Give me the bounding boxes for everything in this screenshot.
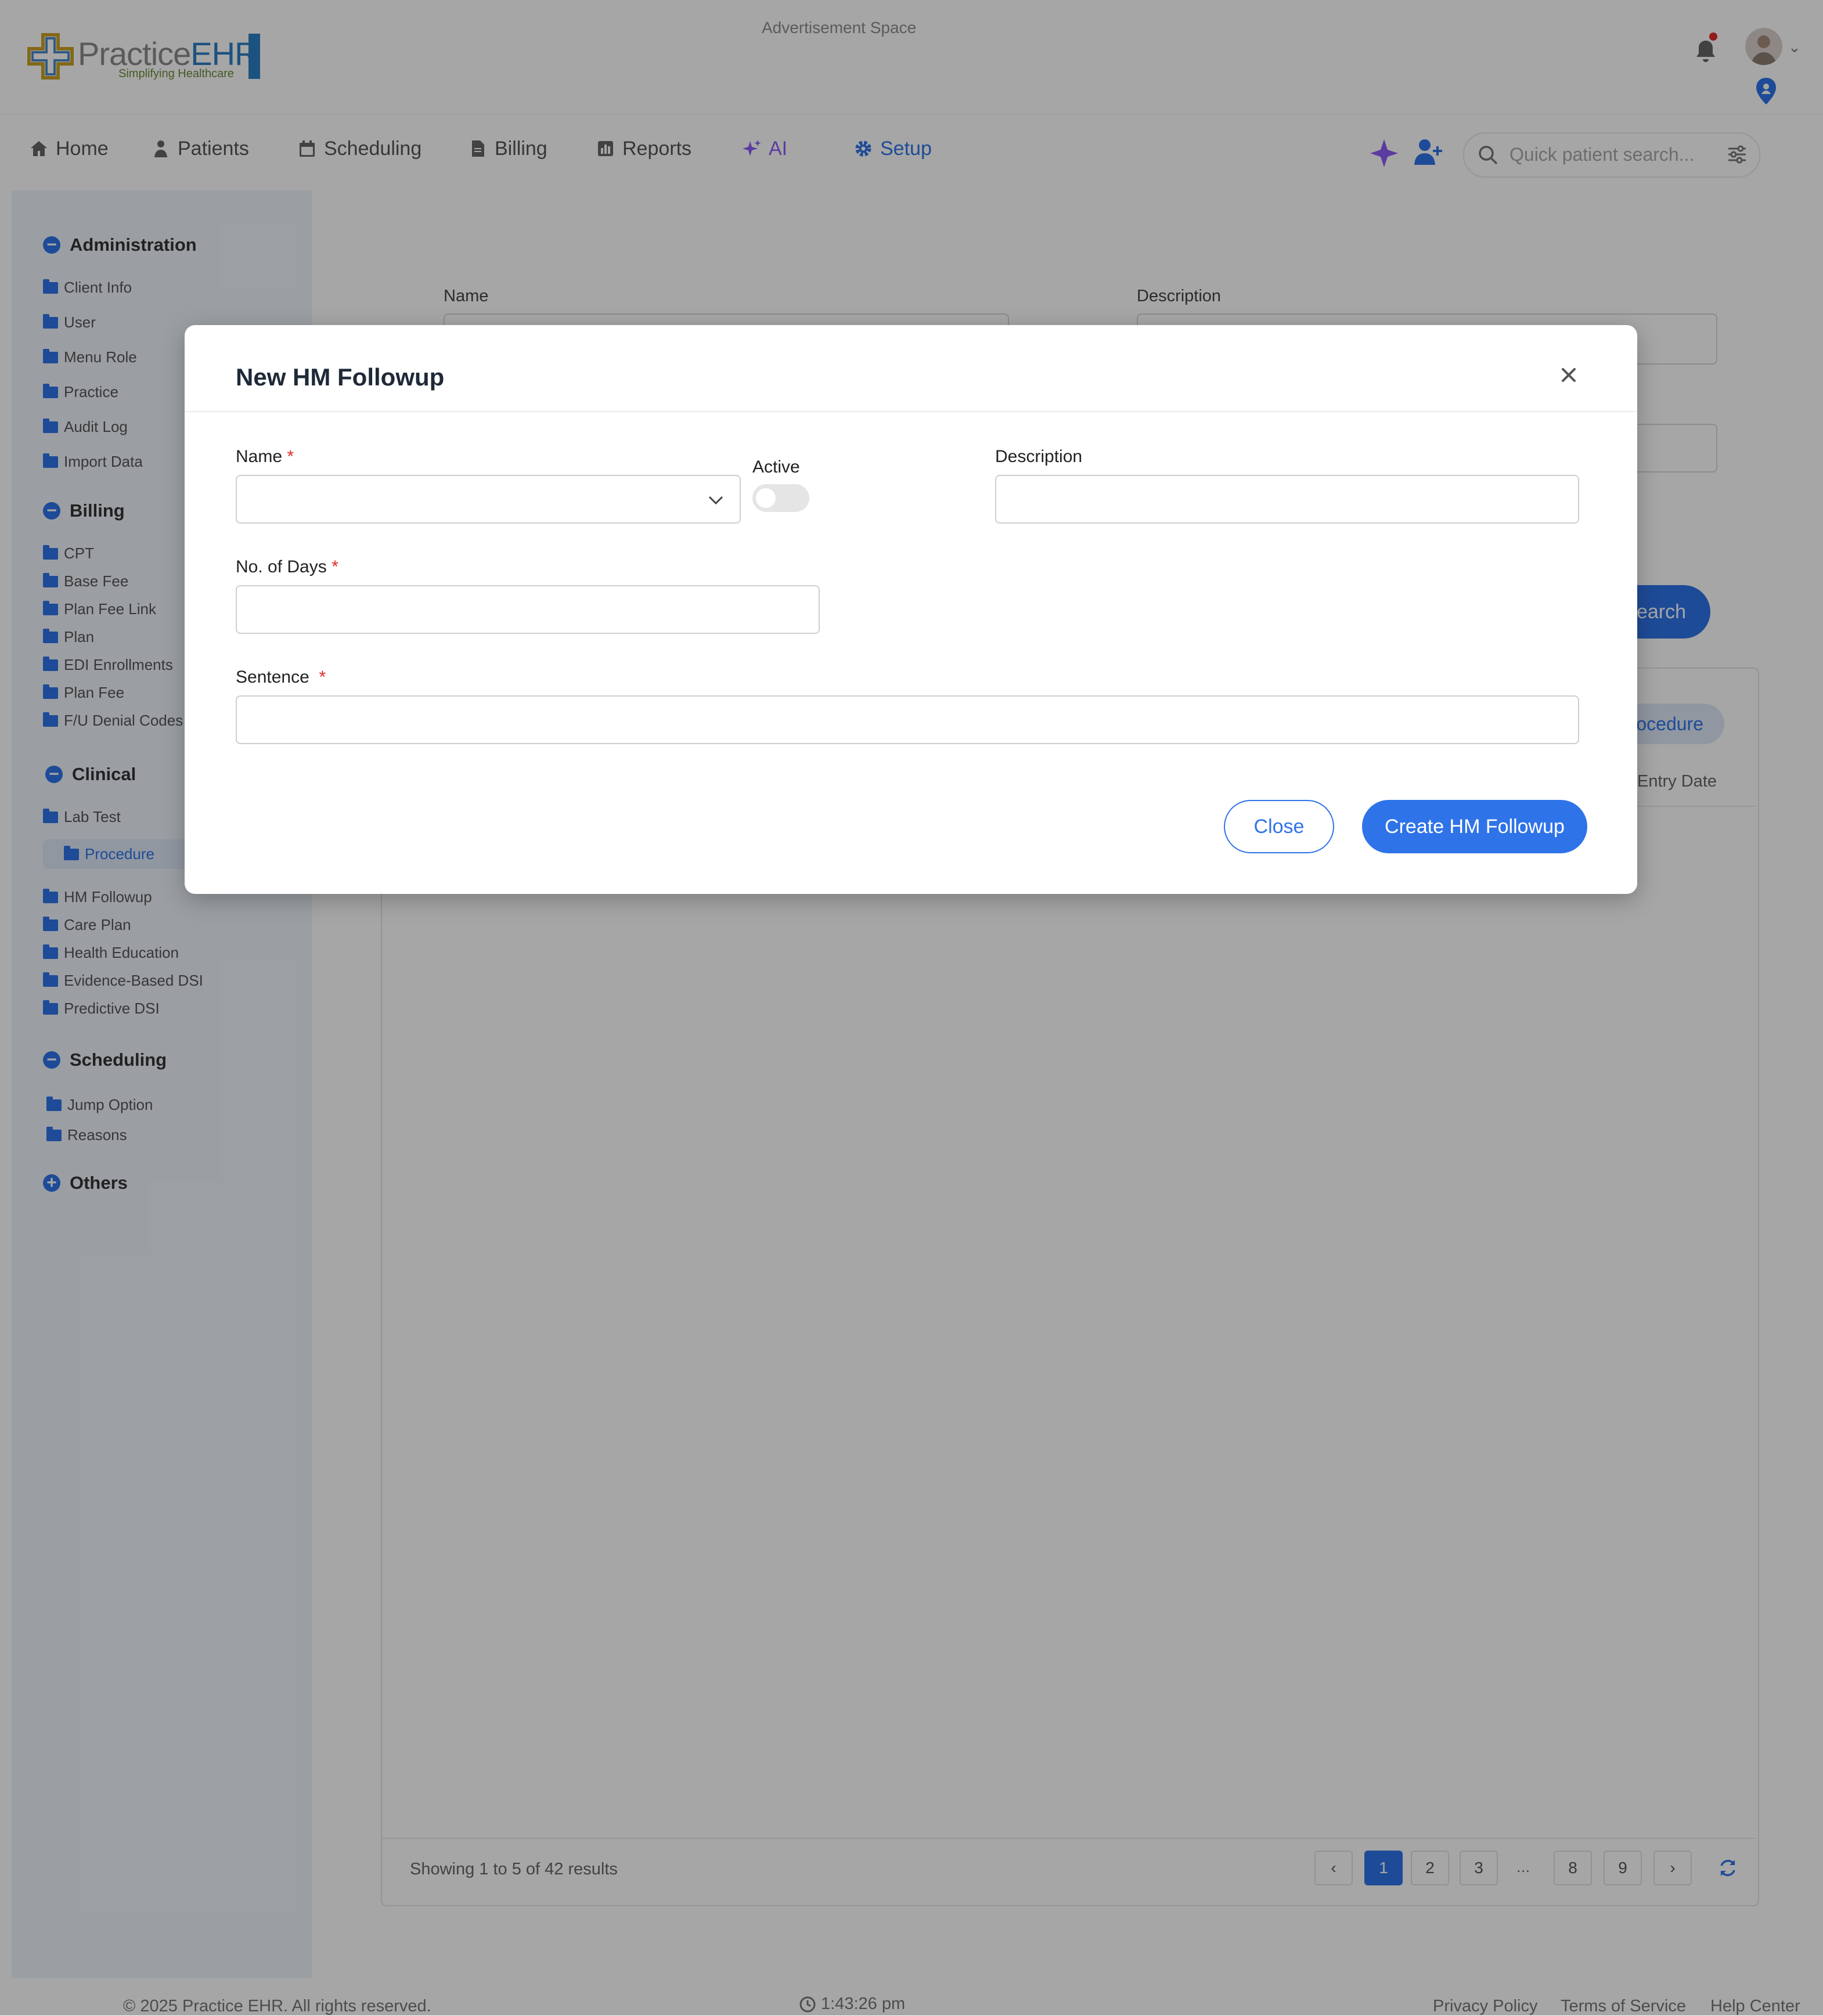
new-hm-followup-modal: New HM Followup Name * Active Descriptio… (185, 325, 1637, 894)
close-icon[interactable] (1557, 363, 1580, 387)
toggle-knob (756, 488, 776, 508)
sentence-label-text: Sentence (236, 668, 309, 687)
sentence-label: Sentence * (236, 668, 326, 687)
required-asterisk: * (287, 447, 294, 466)
required-asterisk: * (332, 557, 338, 576)
name-select[interactable] (236, 475, 741, 524)
days-label-text: No. of Days (236, 557, 327, 576)
name-label-text: Name (236, 447, 283, 466)
modal-header-divider (185, 411, 1637, 412)
days-input[interactable] (236, 585, 820, 634)
required-asterisk: * (319, 668, 326, 687)
name-label: Name * (236, 447, 294, 467)
description-label: Description (995, 447, 1083, 466)
description-input[interactable] (995, 475, 1579, 524)
chevron-down-icon (708, 496, 723, 505)
create-hm-followup-button[interactable]: Create HM Followup (1362, 800, 1587, 853)
active-toggle[interactable] (752, 484, 809, 512)
modal-backdrop[interactable] (0, 0, 1823, 2015)
active-label: Active (752, 457, 800, 477)
sentence-input[interactable] (236, 695, 1579, 744)
close-button[interactable]: Close (1224, 800, 1334, 853)
days-label: No. of Days * (236, 557, 338, 577)
modal-title: New HM Followup (236, 363, 445, 391)
